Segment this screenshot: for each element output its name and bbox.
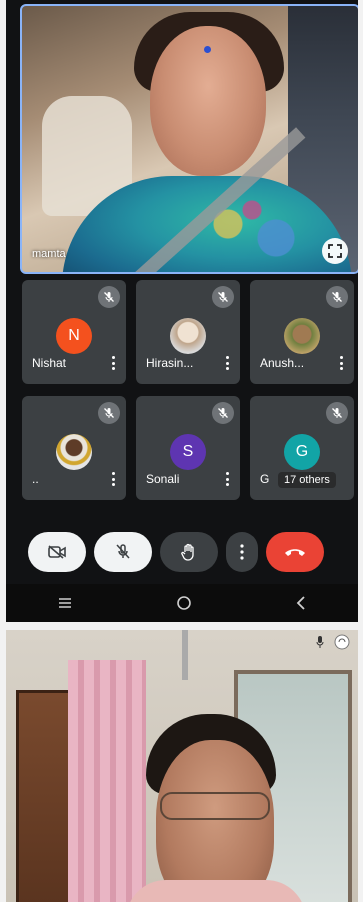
ceiling-fan-rod	[182, 630, 188, 680]
more-vert-icon[interactable]	[112, 472, 116, 486]
phone-hangup-icon	[285, 549, 305, 556]
mic-off-icon	[98, 286, 120, 308]
others-tile[interactable]: G G 17 others	[250, 396, 354, 500]
mic-off-icon	[212, 286, 234, 308]
more-vert-icon	[240, 544, 244, 560]
more-options-button[interactable]	[226, 532, 258, 572]
recent-apps-icon[interactable]	[57, 596, 73, 610]
participant-name: Anush...	[260, 356, 305, 370]
participant-name: G	[260, 472, 270, 486]
avatar	[170, 318, 206, 354]
status-icons	[316, 634, 350, 650]
raise-hand-button[interactable]	[160, 532, 218, 572]
pink-curtain-background	[68, 660, 146, 902]
speaker-name-label: mamta	[32, 248, 66, 260]
participant-shirt	[126, 880, 306, 902]
mic-off-icon	[326, 402, 348, 424]
more-vert-icon[interactable]	[226, 356, 230, 370]
avatar	[284, 318, 320, 354]
participant-tile[interactable]: N Nishat	[22, 280, 126, 384]
participant-tile[interactable]: S Sonali	[136, 396, 240, 500]
avatar: S	[170, 434, 206, 470]
meet-call-screen: mamta N Nishat Hirasin... Anush... .. S …	[6, 0, 358, 622]
glasses	[160, 792, 270, 820]
participant-name: Hirasin...	[146, 356, 194, 370]
switch-camera-icon[interactable]	[334, 634, 350, 650]
fullscreen-icon	[328, 244, 342, 258]
others-count-label: 17 others	[278, 472, 336, 488]
more-vert-icon[interactable]	[226, 472, 230, 486]
participant-video-frame	[6, 630, 358, 902]
home-icon[interactable]	[175, 594, 193, 612]
camera-off-button[interactable]	[28, 532, 86, 572]
participant-tile[interactable]: ..	[22, 396, 126, 500]
participant-name: Nishat	[32, 356, 67, 370]
more-vert-icon[interactable]	[112, 356, 116, 370]
avatar: G	[284, 434, 320, 470]
participant-tile[interactable]: Hirasin...	[136, 280, 240, 384]
bindi	[204, 46, 211, 53]
video-off-icon	[48, 545, 66, 559]
android-nav-bar	[6, 584, 358, 622]
mic-off-button[interactable]	[94, 532, 152, 572]
avatar	[56, 434, 92, 470]
mic-off-icon	[326, 286, 348, 308]
mic-off-icon	[116, 544, 130, 559]
participant-name: Sonali	[146, 472, 180, 486]
mic-off-icon	[212, 402, 234, 424]
participant-tile[interactable]: Anush...	[250, 280, 354, 384]
participant-face	[156, 740, 274, 902]
mic-icon	[316, 636, 324, 648]
call-controls-bar	[28, 530, 348, 574]
participant-name: ..	[32, 472, 39, 486]
back-icon[interactable]	[295, 595, 307, 611]
avatar: N	[56, 318, 92, 354]
end-call-button[interactable]	[266, 532, 324, 572]
active-speaker-tile[interactable]: mamta	[20, 4, 358, 274]
more-vert-icon[interactable]	[340, 356, 344, 370]
mic-off-icon	[98, 402, 120, 424]
hand-icon	[181, 543, 194, 561]
participant-grid: N Nishat Hirasin... Anush... .. S Sonali…	[22, 280, 354, 500]
fullscreen-button[interactable]	[322, 238, 348, 264]
